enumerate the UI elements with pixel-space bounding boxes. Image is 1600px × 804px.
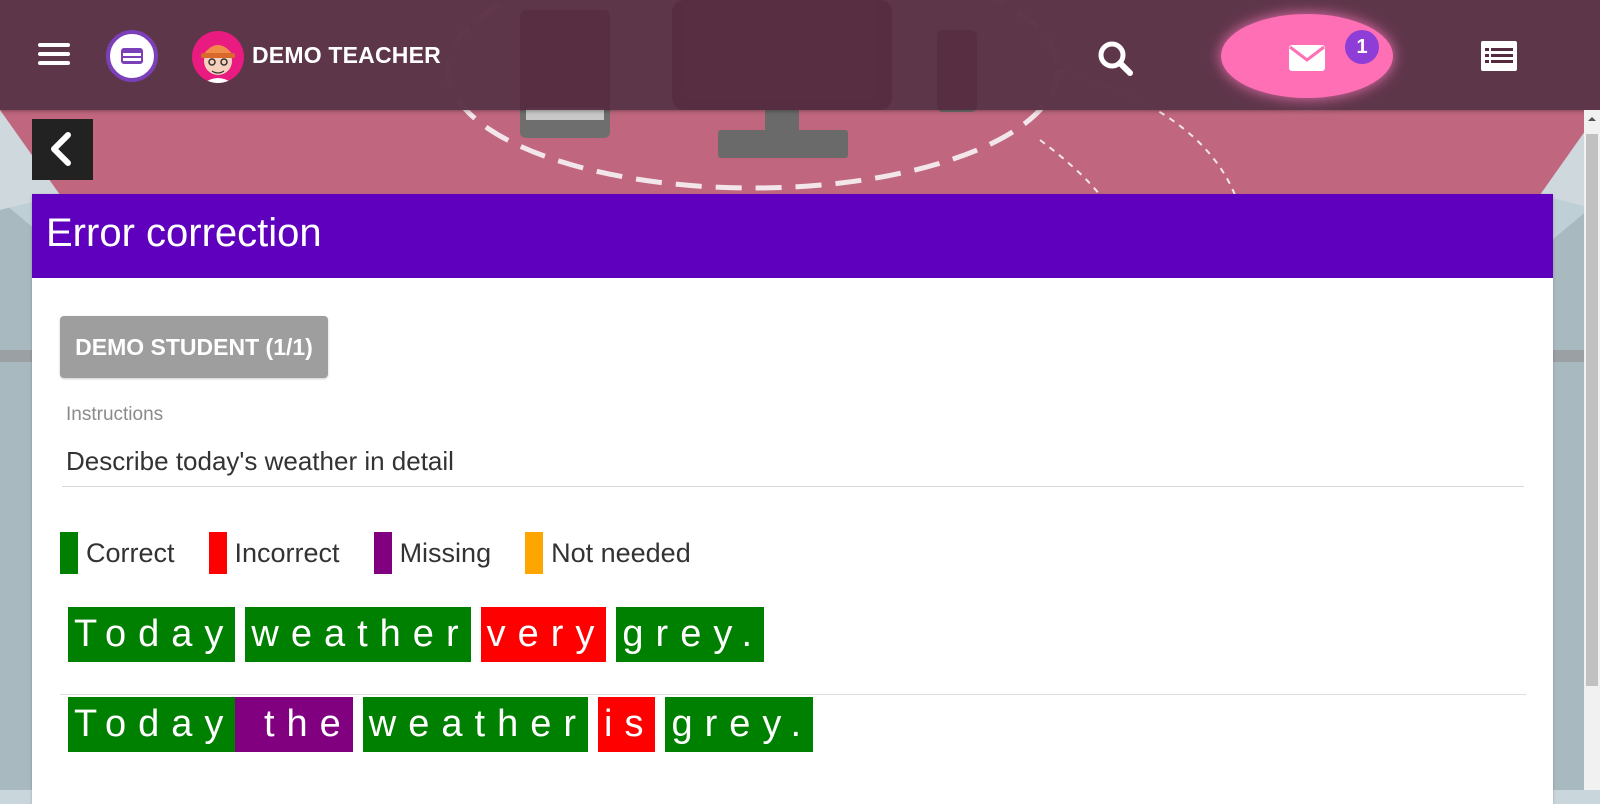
sentence-divider <box>60 694 1526 695</box>
instructions-divider <box>62 486 1524 487</box>
word-incorrect: is <box>598 697 656 752</box>
scrollbar-thumb[interactable] <box>1586 134 1598 686</box>
error-correction-card: Error correction DEMO STUDENT (1/1) Inst… <box>32 194 1553 804</box>
word-correct: weather <box>362 697 588 752</box>
page-title: Error correction <box>46 211 322 255</box>
messages-button[interactable]: 1 <box>1221 14 1393 98</box>
incorrect-swatch <box>208 532 227 574</box>
word-missing: the <box>235 697 353 752</box>
legend-label: Not needed <box>551 537 691 568</box>
legend-not-needed: Not needed <box>525 532 691 574</box>
word-correct: grey. <box>616 607 765 662</box>
app-logo[interactable] <box>106 30 158 82</box>
legend: Correct Incorrect Missing Not needed <box>60 532 725 574</box>
word-correct: Today <box>68 697 236 752</box>
instructions-text: Describe today's weather in detail <box>66 446 454 476</box>
envelope-icon <box>1289 45 1325 71</box>
legend-correct: Correct <box>60 532 175 574</box>
word-incorrect: very <box>480 607 607 662</box>
legend-label: Incorrect <box>234 537 340 568</box>
legend-label: Correct <box>86 537 175 568</box>
chevron-left-icon <box>51 132 71 166</box>
legend-label: Missing <box>399 537 492 568</box>
legend-incorrect: Incorrect <box>208 532 340 574</box>
student-sentence: Today weather very grey. <box>68 607 774 662</box>
notification-badge: 1 <box>1345 30 1379 64</box>
menu-icon[interactable] <box>38 43 70 69</box>
card-header: Error correction <box>32 194 1553 278</box>
teacher-avatar[interactable] <box>192 31 244 83</box>
vertical-scrollbar[interactable] <box>1584 110 1600 790</box>
list-icon[interactable] <box>1480 40 1518 72</box>
instructions-label: Instructions <box>66 404 164 425</box>
user-name[interactable]: DEMO TEACHER <box>252 42 441 69</box>
back-button[interactable] <box>32 119 93 180</box>
word-correct: grey. <box>665 697 814 752</box>
word-correct: weather <box>245 607 471 662</box>
search-icon[interactable] <box>1096 39 1136 79</box>
student-select-button[interactable]: DEMO STUDENT (1/1) <box>60 316 328 378</box>
correct-swatch <box>60 532 78 574</box>
not-needed-swatch <box>525 532 544 574</box>
missing-swatch <box>373 532 392 574</box>
corrected-sentence: Today the weather is grey. <box>68 697 823 752</box>
legend-missing: Missing <box>373 532 492 574</box>
top-navbar: DEMO TEACHER 1 <box>0 0 1600 110</box>
scroll-up-arrow-icon[interactable] <box>1584 112 1600 126</box>
word-correct: Today <box>68 607 236 662</box>
